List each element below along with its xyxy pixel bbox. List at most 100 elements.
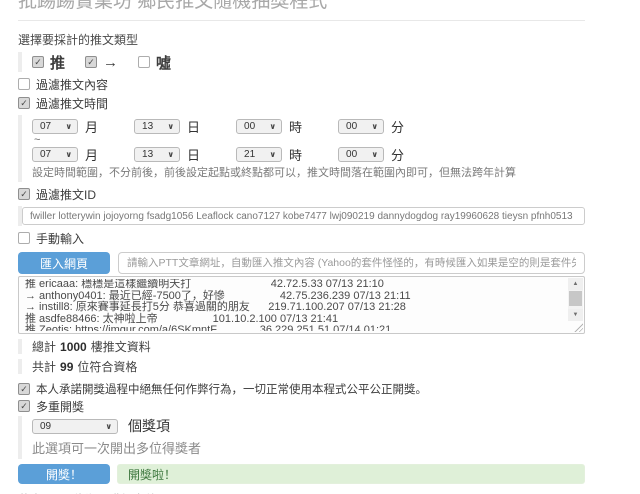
select-value: 07 [40,121,51,132]
chevron-down-icon: ∨ [168,122,175,131]
select-value: 09 [40,421,51,432]
time-from-month-select[interactable]: 07 ∨ [32,119,78,134]
promise-label: 本人承諾開獎過程中絕無任何作弊行為，一切正常使用本程式公平公正開獎。 [36,381,427,397]
filter-time-row: ✓ 過濾推文時間 [18,96,585,110]
textarea-scrollbar[interactable]: ▲ ▼ [568,278,583,321]
filter-content-label: 過濾推文內容 [36,76,108,93]
manual-input-row: ✓ 手動輸入 [18,231,585,245]
chevron-down-icon: ∨ [106,422,113,431]
time-from-day-select[interactable]: 13 ∨ [134,119,180,134]
checkbox-filter-content[interactable]: ✓ [18,78,30,90]
chevron-down-icon: ∨ [270,122,277,131]
time-to-minute-select[interactable]: 00 ∨ [338,147,384,162]
chevron-down-icon: ∨ [66,150,73,159]
checkbox-filter-time[interactable]: ✓ [18,97,30,109]
push-type-option-arrow: ✓ → [85,54,118,71]
chevron-down-icon: ∨ [270,150,277,159]
promise-row: ✓ 本人承諾開獎過程中絕無任何作弊行為，一切正常使用本程式公平公正開獎。 [18,382,585,396]
filter-id-row: ✓ 過濾推文ID [18,187,585,201]
select-value: 13 [142,121,153,132]
time-to-day-select[interactable]: 13 ∨ [134,147,180,162]
day-unit-label: 日 [187,117,200,136]
id-filter-input[interactable] [22,207,585,225]
push-type-group: ✓ 推 ✓ → ✓ 噓 [18,52,585,72]
total-prefix: 總計 [32,338,56,355]
push-content-textarea[interactable]: 推 ericaaa: 穩穩是這樣繼續明天打 42.72.5.33 07/13 2… [18,276,585,334]
filter-time-label: 過濾推文時間 [36,95,108,112]
filter-content-row: ✓ 過濾推文內容 [18,77,585,91]
push-type-option-label: 推 [50,52,65,73]
checkbox-filter-id[interactable]: ✓ [18,188,30,200]
chevron-down-icon: ∨ [168,150,175,159]
time-from-row: 07∨ 月 13∨ 日 00∨ 時 00∨ 分 [32,118,585,134]
minute-unit-label: 分 [391,145,404,164]
check-icon: ✓ [20,385,28,394]
select-value: 00 [346,149,357,160]
qualified-value: 99 [60,360,73,374]
select-value: 00 [346,121,357,132]
select-value: 21 [244,149,255,160]
day-unit-label: 日 [187,145,200,164]
check-icon: ✓ [20,190,28,199]
select-value: 13 [142,149,153,160]
time-filter-hint: 設定時間範圍，不分前後，前後設定起點或終點都可以，推文時間落在範圍內即可，但無法… [32,164,585,180]
total-comments-stat: 總計 1000 樓推文資料 [18,339,585,354]
check-icon: ✓ [20,402,28,411]
month-unit-label: 月 [85,145,98,164]
time-range-tilde: ~ [34,135,585,145]
checkbox-boo[interactable]: ✓ [138,56,150,68]
time-to-row: 07 ∨ 月 13 ∨ 日 21 ∨ 時 00 ∨ 分 [32,146,585,162]
id-filter-group [18,206,585,226]
month-unit-label: 月 [85,117,98,136]
draw-button[interactable]: 開獎！ [18,464,110,484]
minute-unit-label: 分 [391,117,404,136]
push-type-option-boo: ✓ 噓 [138,52,171,73]
time-filter-group: 07 ∨ 月 13 ∨ 日 00 ∨ 時 00 ∨ 分 ~ 07 ∨ 月 13 ∨ 日 21… [18,115,585,182]
checkbox-manual-input[interactable]: ✓ [18,232,30,244]
import-webpage-button[interactable]: 匯入網頁 [18,252,110,274]
page-title: 批踢踢實業坊 鄉民推文隨機抽獎程式 [18,0,585,13]
prize-unit-label: 個獎項 [128,416,170,436]
page-content: 批踢踢實業坊 鄉民推文隨機抽獎程式 選擇要採計的推文類型 ✓ 推 ✓ → ✓ 噓… [0,0,585,494]
hour-unit-label: 時 [289,145,302,164]
manual-input-label: 手動輸入 [36,230,84,247]
select-value: 07 [40,149,51,160]
select-value: 00 [244,121,255,132]
checkbox-arrow[interactable]: ✓ [85,56,97,68]
article-url-input[interactable] [118,252,585,274]
check-icon: ✓ [34,58,42,67]
time-to-month-select[interactable]: 07 ∨ [32,147,78,162]
push-type-option-push: ✓ 推 [32,52,65,73]
checkbox-push[interactable]: ✓ [32,56,44,68]
multi-draw-group: 09 ∨ 個獎項 此選項可一次開出多位得獎者 [18,416,585,459]
scrollbar-thumb[interactable] [569,291,582,306]
draw-row: 開獎！ 開獎啦！ [18,464,585,484]
checkbox-promise[interactable]: ✓ [18,383,30,395]
qualified-suffix: 位符合資格 [77,358,137,375]
chevron-down-icon: ∨ [372,122,379,131]
total-value: 1000 [60,340,87,354]
multi-draw-label: 多重開獎 [36,398,84,415]
multi-draw-hint: 此選項可一次開出多位得獎者 [32,438,585,457]
prize-count-row: 09 ∨ 個獎項 [32,418,585,434]
multi-draw-row: ✓ 多重開獎 [18,399,585,413]
push-type-label: 選擇要採計的推文類型 [18,31,585,48]
resize-grip[interactable] [573,322,583,332]
check-icon: ✓ [20,99,28,108]
import-row: 匯入網頁 [18,252,585,274]
prize-count-select[interactable]: 09 ∨ [32,419,118,434]
chevron-down-icon: ∨ [372,150,379,159]
scroll-up-icon[interactable]: ▲ [568,278,583,290]
qualified-prefix: 共計 [32,358,56,375]
divider [18,20,585,21]
chevron-down-icon: ∨ [66,122,73,131]
total-suffix: 樓推文資料 [91,338,151,355]
checkbox-multi-draw[interactable]: ✓ [18,400,30,412]
draw-success-alert: 開獎啦！ [117,464,585,484]
time-to-hour-select[interactable]: 21 ∨ [236,147,282,162]
push-type-option-label: → [103,54,118,71]
qualified-stat: 共計 99 位符合資格 [18,359,585,374]
time-from-hour-select[interactable]: 00 ∨ [236,119,282,134]
scroll-down-icon[interactable]: ▼ [568,309,583,321]
time-from-minute-select[interactable]: 00 ∨ [338,119,384,134]
